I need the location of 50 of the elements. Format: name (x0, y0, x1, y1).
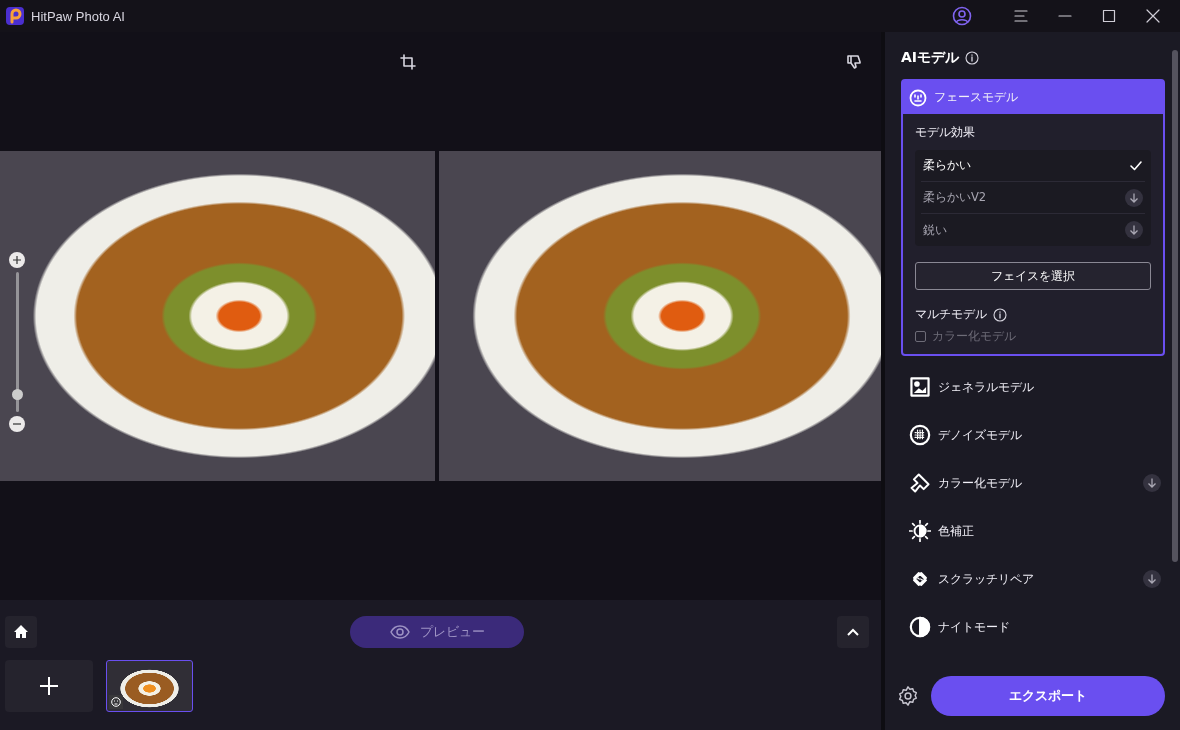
slider-thumb[interactable] (11, 389, 23, 401)
model-icon (909, 376, 931, 398)
minus-icon (13, 420, 21, 428)
export-button[interactable]: エクスポート (931, 676, 1165, 716)
model-item[interactable]: ナイトモード (901, 603, 1165, 651)
info-icon[interactable] (965, 51, 980, 65)
scrollbar[interactable] (1172, 50, 1178, 562)
section-title: モデル効果 (915, 124, 976, 141)
chevron-up-icon (847, 628, 859, 636)
model-item[interactable]: カラー化モデル (901, 459, 1165, 507)
model-icon (909, 424, 931, 446)
model-item[interactable]: デノイズモデル (901, 411, 1165, 459)
effect-option[interactable]: 柔らかいV2 (921, 182, 1145, 214)
menu-icon[interactable] (1014, 9, 1028, 23)
eye-icon (389, 625, 410, 639)
model-icon (909, 88, 927, 107)
account-icon[interactable] (952, 6, 972, 26)
plus-icon (13, 256, 21, 264)
download-icon[interactable] (1143, 474, 1161, 492)
image-thumbnail[interactable] (106, 660, 193, 712)
info-icon[interactable] (993, 307, 1007, 322)
effect-option[interactable]: 鋭い (921, 214, 1145, 246)
model-item[interactable]: 色補正 (901, 507, 1165, 555)
crop-icon[interactable] (400, 54, 416, 70)
plus-icon (40, 677, 58, 695)
section-title: マルチモデル (915, 306, 987, 323)
panel-title: AIモデル (901, 49, 960, 67)
model-item[interactable]: フェースモデル (903, 81, 1163, 114)
face-icon (109, 695, 123, 709)
model-icon (909, 616, 931, 638)
download-icon[interactable] (1143, 570, 1161, 588)
model-item[interactable]: スクラッチリペア (901, 555, 1165, 603)
model-icon (909, 472, 931, 494)
download-icon[interactable] (1125, 221, 1143, 239)
settings-icon[interactable] (897, 685, 919, 707)
model-icon (909, 520, 931, 542)
effect-option[interactable]: 柔らかい (921, 150, 1145, 182)
collapse-button[interactable] (837, 616, 869, 648)
checkbox-label: カラー化モデル (932, 329, 1016, 344)
home-button[interactable] (5, 616, 37, 648)
thumbs-down-icon[interactable] (846, 54, 862, 70)
window-title: HitPaw Photo AI (31, 8, 125, 24)
check-icon (1129, 158, 1143, 173)
download-icon[interactable] (1125, 188, 1143, 207)
model-item[interactable]: ジェネラルモデル (901, 363, 1165, 411)
app-logo-icon (6, 7, 24, 25)
maximize-icon[interactable] (1102, 9, 1116, 23)
close-icon[interactable] (1146, 9, 1160, 23)
home-icon (13, 624, 29, 640)
select-face-button[interactable]: フェイスを選択 (915, 262, 1151, 290)
